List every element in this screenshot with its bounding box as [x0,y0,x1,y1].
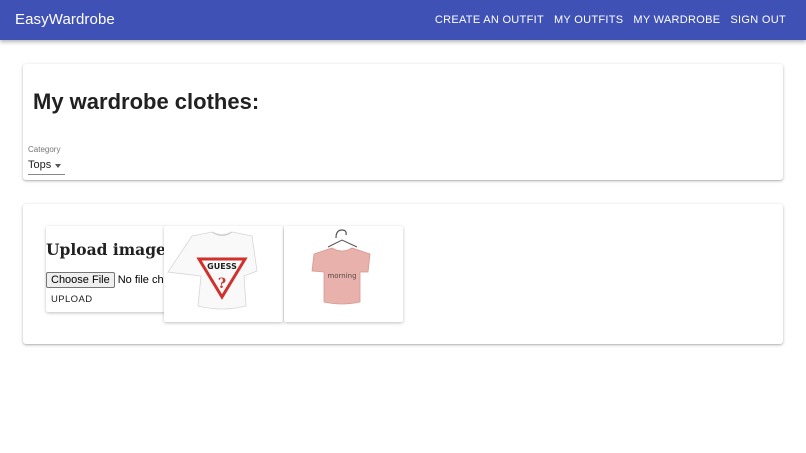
morning-print: morning [327,272,356,280]
nav-my-outfits[interactable]: MY OUTFITS [554,14,623,26]
clothing-item-pink-top[interactable]: morning [284,226,403,322]
file-status: No file chosen [117,274,167,286]
clothing-item-guess-top[interactable]: GUESS ? [164,226,283,322]
nav-menu: CREATE AN OUTFIT MY OUTFITS MY WARDROBE … [435,14,786,26]
upload-title: Upload image [46,240,166,259]
pink-tshirt-image: morning [311,229,371,305]
clothes-card: Upload image Choose FileNo file chosen U… [23,204,783,344]
upload-panel: Upload image Choose FileNo file chosen U… [46,226,167,312]
nav-sign-out[interactable]: SIGN OUT [730,14,786,26]
dropdown-arrow-icon [55,164,61,168]
category-label: Category [28,145,61,154]
app-bar: EasyWardrobe CREATE AN OUTFIT MY OUTFITS… [0,0,806,40]
guess-print: GUESS [207,262,237,271]
nav-create-outfit[interactable]: CREATE AN OUTFIT [435,14,544,26]
white-tshirt-image: GUESS ? [167,231,258,310]
brand-logo-text[interactable]: EasyWardrobe [15,11,115,28]
category-select[interactable]: Tops [28,157,65,175]
choose-file-button[interactable]: Choose File [46,272,115,288]
wardrobe-header-card: My wardrobe clothes: Category Tops [23,64,783,180]
page-title: My wardrobe clothes: [33,89,260,114]
svg-text:?: ? [218,276,226,292]
upload-button[interactable]: UPLOAD [51,294,92,305]
file-input[interactable]: Choose FileNo file chosen [46,272,167,288]
nav-my-wardrobe[interactable]: MY WARDROBE [633,14,720,26]
category-value: Tops [28,159,52,171]
